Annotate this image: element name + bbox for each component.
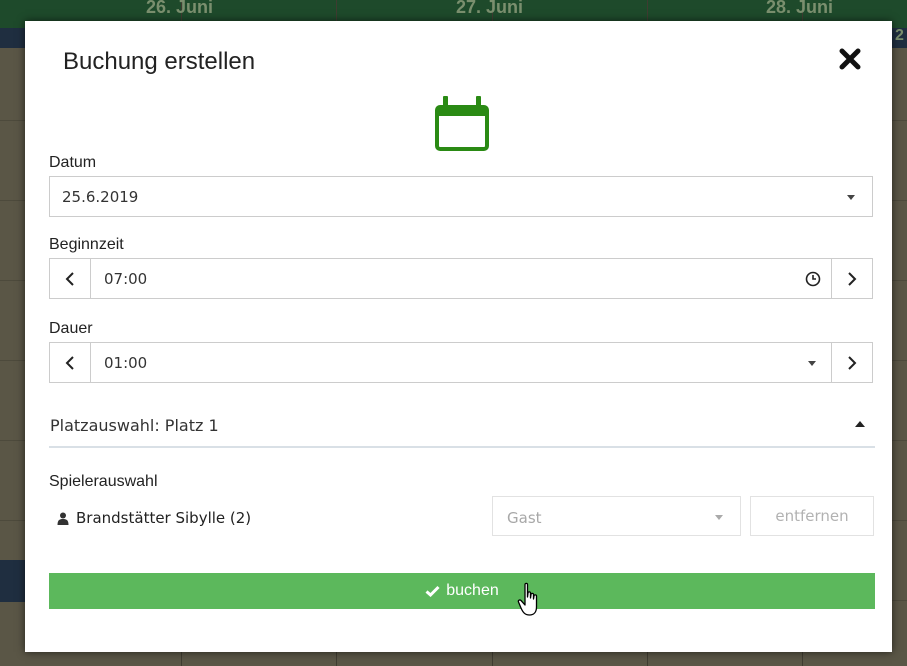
chevron-right-icon xyxy=(848,355,857,370)
start-time-prev-button[interactable] xyxy=(50,259,91,298)
start-time-value: 07:00 xyxy=(104,270,148,288)
calendar-icon xyxy=(434,93,490,156)
start-time-next-button[interactable] xyxy=(831,259,872,298)
check-icon xyxy=(425,585,440,597)
chevron-left-icon xyxy=(65,355,74,370)
day-label: 27. Juni xyxy=(456,0,524,17)
chevron-down-icon[interactable] xyxy=(808,361,816,366)
book-button-label: buchen xyxy=(446,582,499,599)
user-icon xyxy=(57,512,69,525)
player-selection-label: Spielerauswahl xyxy=(49,473,158,490)
start-time-field: 07:00 xyxy=(49,258,873,299)
chevron-right-icon xyxy=(848,271,857,286)
calendar-slot xyxy=(0,560,25,602)
player-name: Brandstätter Sibylle (2) xyxy=(76,509,252,527)
date-select[interactable]: 25.6.2019 xyxy=(49,176,873,217)
close-icon[interactable] xyxy=(838,47,862,71)
booking-dialog: Buchung erstellen Datum 25.6.2019 Beginn… xyxy=(25,21,892,652)
day-label: 26. Juni xyxy=(146,0,214,17)
date-value: 25.6.2019 xyxy=(62,188,139,206)
hand-cursor-icon xyxy=(517,582,545,623)
calendar-slot xyxy=(0,28,25,48)
day-label: 28. Juni xyxy=(766,0,834,17)
date-label: Datum xyxy=(49,154,97,171)
chevron-down-icon xyxy=(715,515,723,520)
duration-next-button[interactable] xyxy=(831,343,872,382)
chevron-left-icon xyxy=(65,271,74,286)
court-selection-label: Platzauswahl: Platz 1 xyxy=(50,416,219,435)
dialog-title: Buchung erstellen xyxy=(63,48,256,75)
guest-select[interactable]: Gast xyxy=(492,496,741,536)
guest-select-value: Gast xyxy=(507,509,542,527)
duration-label: Dauer xyxy=(49,320,93,337)
chevron-up-icon xyxy=(855,421,865,427)
remove-button[interactable]: entfernen xyxy=(750,496,874,536)
duration-prev-button[interactable] xyxy=(50,343,91,382)
player-entry: Brandstätter Sibylle (2) xyxy=(57,509,251,527)
court-selection-header[interactable]: Platzauswahl: Platz 1 xyxy=(49,403,875,448)
duration-value: 01:00 xyxy=(104,354,148,372)
day-label: 2 xyxy=(895,27,904,44)
chevron-down-icon xyxy=(847,195,855,200)
clock-icon[interactable] xyxy=(805,271,821,291)
book-button[interactable]: buchen xyxy=(49,573,875,609)
start-time-label: Beginnzeit xyxy=(49,236,124,253)
duration-field: 01:00 xyxy=(49,342,873,383)
